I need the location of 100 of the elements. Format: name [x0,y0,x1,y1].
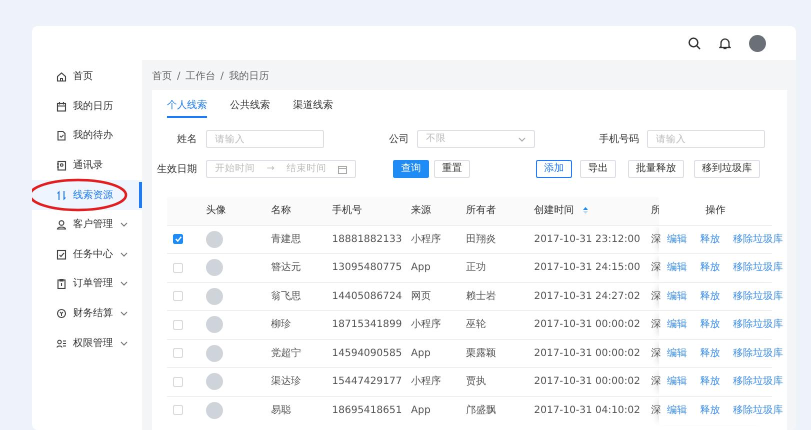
phone-cell: 15447429177 [332,376,402,388]
field-label: 生效日期 [156,162,197,176]
action-link[interactable]: 移除垃圾库 [733,405,783,416]
person-icon [56,219,67,230]
checklist-icon [56,248,67,260]
owner-cell: 田翔炎 [466,234,496,245]
owner-cell: 栗露颖 [466,348,496,359]
sidebar-item[interactable]: 权限管理 [32,328,142,358]
owner-cell: 正功 [466,262,486,274]
phone-cell: 14594090585 [332,348,402,359]
avatar-placeholder [206,259,223,276]
time-cell: 2017-10-31 04:10:02 [534,405,640,416]
tab[interactable]: 公共线索 [230,96,270,118]
chevron-down-icon [518,136,526,142]
table-cell: 深 [651,348,661,359]
action-link[interactable]: 释放 [700,234,720,245]
column-header: 名称 [271,205,291,216]
action-link[interactable]: 释放 [700,262,720,274]
action-link[interactable]: 编辑 [667,262,687,274]
phone-cell: 18881882133 [332,234,402,245]
sidebar-item[interactable]: 我的待办 [32,121,142,151]
tab[interactable]: 渠道线索 [293,96,333,118]
reset-button[interactable]: 重置 [434,160,470,178]
input-field[interactable]: 请输入 [206,130,324,148]
column-header: 头像 [206,205,226,216]
avatar-placeholder [206,373,223,390]
sidebar-item[interactable]: 财务结算 [32,298,142,328]
clipboard-icon [56,278,67,290]
sidebar-item[interactable]: 任务中心 [32,240,142,270]
field-label: 姓名 [176,132,197,146]
chevron-down-icon[interactable] [120,222,128,228]
action-link[interactable]: 编辑 [667,290,687,302]
action-link[interactable]: 移除垃圾库 [733,348,783,359]
action-link[interactable]: 编辑 [667,376,687,388]
table-cell: 深 [651,376,661,388]
start-date-placeholder: 开始时间 [215,162,255,176]
action-link[interactable]: 移除垃圾库 [733,376,783,388]
tab[interactable]: 个人线索 [167,96,207,118]
bell-icon[interactable] [719,36,731,50]
action-button[interactable]: 导出 [580,160,616,178]
user-avatar[interactable] [749,34,766,52]
chevron-down-icon[interactable] [120,311,128,316]
phone-cell: 18715341899 [332,319,402,330]
column-header: 操作 [706,205,726,216]
table-cell: 深 [651,290,661,302]
home-icon [56,71,67,82]
sidebar-item[interactable]: 首页 [32,62,142,92]
sort-icon[interactable] [583,207,588,214]
action-link[interactable]: 释放 [700,405,720,416]
owner-cell: 贾执 [466,376,486,388]
action-link[interactable]: 移除垃圾库 [733,319,783,330]
avatar-placeholder [206,316,223,334]
name-cell: 易聪 [271,405,291,416]
action-button[interactable]: 批量释放 [628,160,684,178]
action-link[interactable]: 释放 [700,348,720,359]
name-cell: 柳珍 [271,319,291,330]
action-link[interactable]: 移除垃圾库 [733,290,783,302]
sidebar-item[interactable]: 通讯录 [32,150,142,180]
table-cell: 深 [651,234,661,245]
checkbox[interactable] [173,234,183,244]
avatar-placeholder [206,344,223,362]
date-range-field[interactable]: 开始时间 → 结束时间 [206,160,356,178]
source-cell: App [411,262,431,274]
action-button[interactable]: 移到垃圾库 [694,160,760,178]
chevron-down-icon[interactable] [120,252,128,257]
action-link[interactable]: 移除垃圾库 [733,262,783,274]
document-icon [56,130,67,142]
search-icon[interactable] [688,36,701,50]
action-link[interactable]: 移除垃圾库 [733,234,783,245]
column-header: 来源 [411,205,431,216]
column-header: 所有者 [466,205,496,216]
phone-cell: 13095480775 [332,262,402,274]
action-link[interactable]: 编辑 [667,348,687,359]
time-cell: 2017-10-31 24:15:00 [534,262,640,274]
field-label: 手机号码 [598,132,639,146]
chevron-down-icon[interactable] [120,281,128,286]
sidebar-item[interactable]: 线索资源 [32,180,142,210]
search-button[interactable]: 查询 [393,160,429,178]
sidebar-item[interactable]: 订单管理 [32,269,142,299]
action-link[interactable]: 释放 [700,290,720,302]
breadcrumb-link[interactable]: 工作台 [185,68,216,84]
action-link[interactable]: 编辑 [667,234,687,245]
column-header: 手机号 [332,205,362,216]
owner-cell: 巫轮 [466,319,486,330]
action-link[interactable]: 释放 [700,319,720,330]
field-label: 公司 [389,132,409,146]
select-field[interactable]: 不限 [417,130,535,148]
sidebar-item[interactable]: 客户管理 [32,210,142,240]
action-link[interactable]: 编辑 [667,405,687,416]
name-cell: 翁飞思 [271,290,301,302]
action-link[interactable]: 释放 [700,376,720,388]
action-link[interactable]: 编辑 [667,319,687,330]
name-cell: 党超宁 [271,348,301,359]
input-field[interactable]: 请输入 [647,130,765,148]
action-button[interactable]: 添加 [536,160,572,178]
table-cell: 深 [651,405,661,416]
time-cell: 2017-10-31 00:00:02 [534,376,640,388]
chevron-down-icon[interactable] [120,340,128,346]
breadcrumb-link[interactable]: 首页 [152,68,172,84]
sidebar-item[interactable]: 我的日历 [32,92,142,122]
